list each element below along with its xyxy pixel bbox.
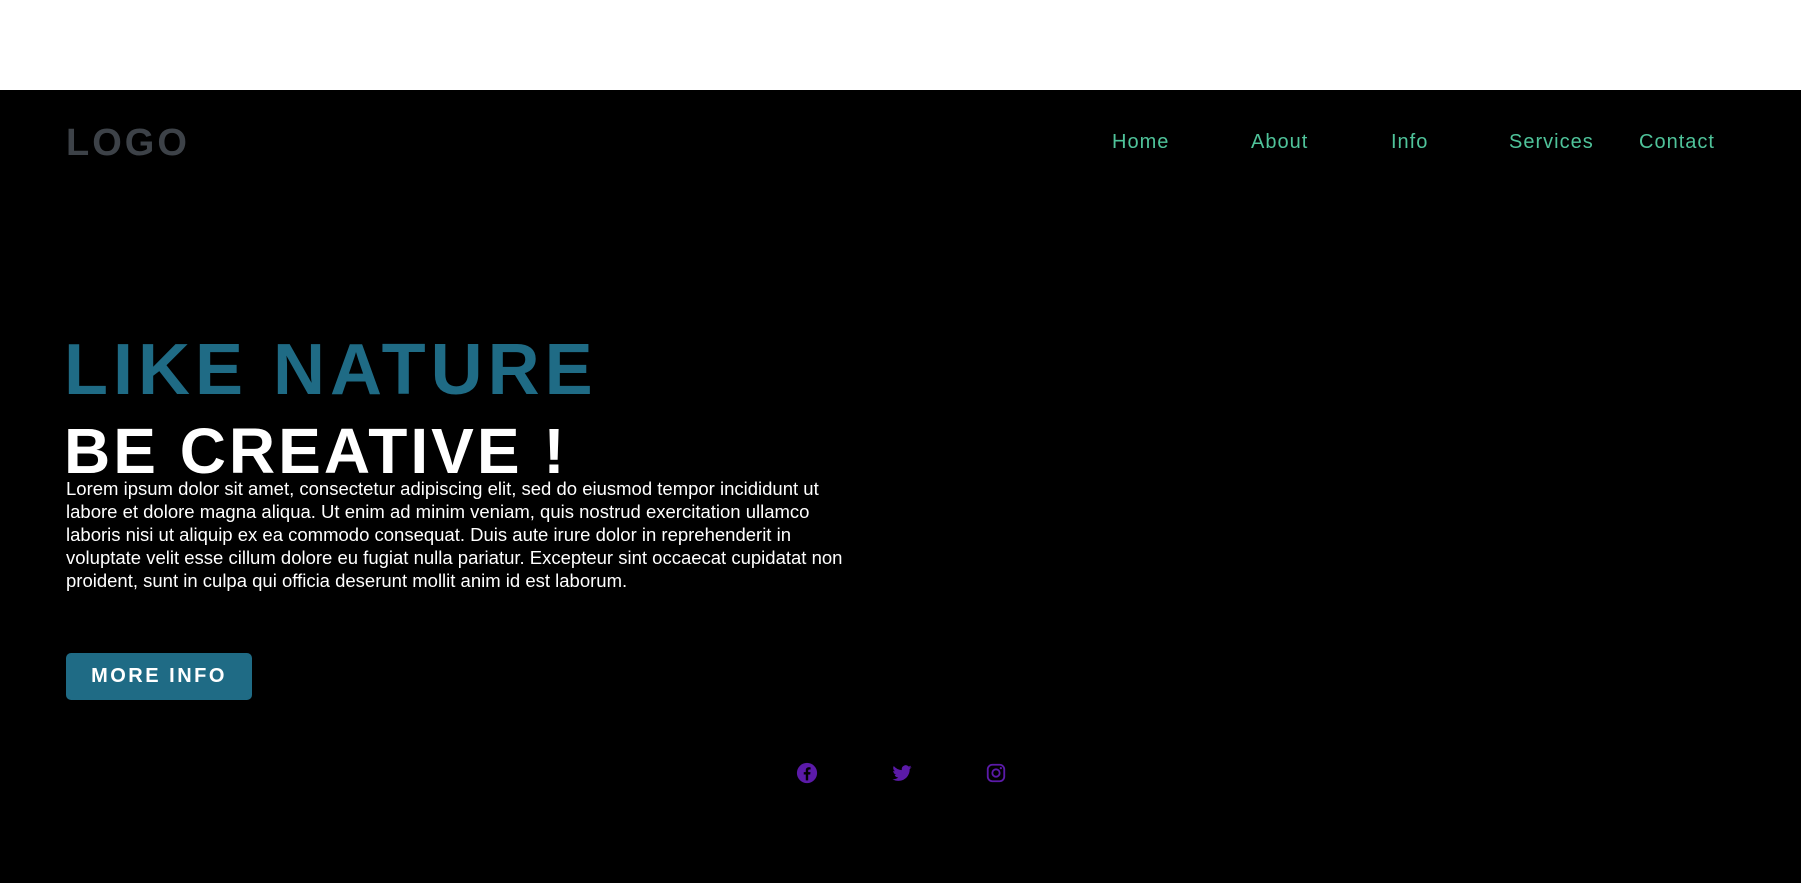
headline-secondary: BE CREATIVE ! [64,415,568,488]
nav-link-info[interactable]: Info [1391,132,1428,152]
top-blank-area [0,0,1801,90]
social-links [0,762,1801,786]
headline-primary: LIKE NATURE [64,330,598,411]
facebook-icon[interactable] [796,762,818,784]
instagram-icon[interactable] [985,762,1007,784]
twitter-icon[interactable] [891,762,913,784]
nav-link-services[interactable]: Services [1509,132,1594,152]
nav-link-contact[interactable]: Contact [1639,132,1715,152]
hero-description: Lorem ipsum dolor sit amet, consectetur … [66,478,843,591]
nav-link-about[interactable]: About [1251,132,1308,152]
more-info-button[interactable]: MORE INFO [66,653,252,700]
nav-link-home[interactable]: Home [1112,132,1169,152]
hero-section: LOGO Home About Info Services Contact LI… [0,90,1801,883]
main-nav: Home About Info Services Contact [0,132,1801,162]
